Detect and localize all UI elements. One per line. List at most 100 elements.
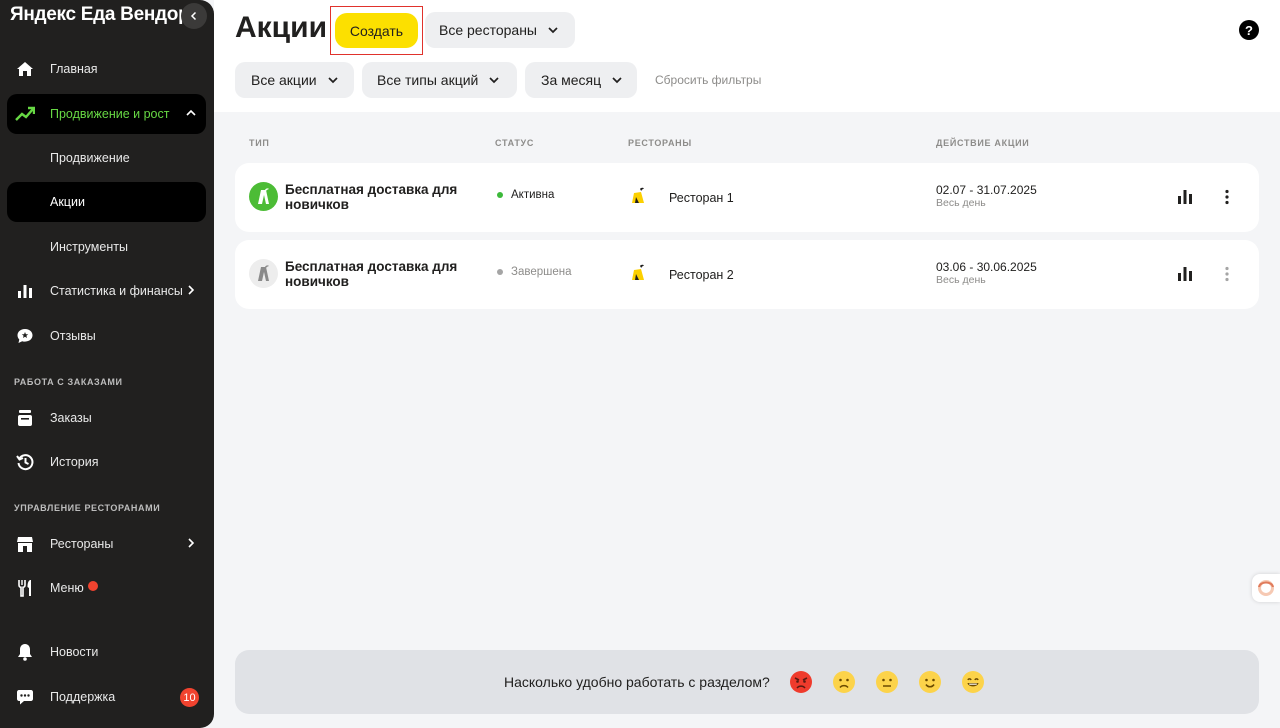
- period-filter-label: За месяц: [541, 72, 602, 88]
- sidebar-item-home[interactable]: Главная: [7, 49, 206, 89]
- more-options-button[interactable]: [1220, 187, 1234, 207]
- status-badge: Завершена: [497, 266, 571, 278]
- table-row[interactable]: Бесплатная доставка для новичков Заверше…: [235, 240, 1259, 309]
- sidebar-item-news[interactable]: Новости: [7, 632, 206, 672]
- restaurants-filter-dropdown[interactable]: Все рестораны: [425, 12, 575, 48]
- chevron-down-icon: [327, 74, 339, 86]
- column-header-restaurants: РЕСТОРАНЫ: [628, 138, 692, 148]
- sidebar-item-label: Заказы: [50, 411, 92, 425]
- support-count-badge: 10: [180, 688, 199, 707]
- column-header-period: ДЕЙСТВИЕ АКЦИИ: [936, 138, 1030, 148]
- status-label: Завершена: [511, 266, 572, 278]
- table-row[interactable]: Бесплатная доставка для новичков Активна…: [235, 163, 1259, 232]
- feedback-question: Насколько удобно работать с разделом?: [504, 674, 770, 690]
- column-header-type: ТИП: [249, 138, 270, 148]
- brand-logo[interactable]: Яндекс Еда Вендор: [10, 4, 190, 26]
- sidebar-item-label: Инструменты: [50, 240, 128, 254]
- chevron-down-icon: [488, 74, 500, 86]
- types-filter-dropdown[interactable]: Все типы акций: [362, 62, 517, 98]
- order-bag-icon: [15, 408, 35, 428]
- sidebar: Яндекс Еда Вендор Главная Продвижение и …: [0, 0, 214, 728]
- help-icon[interactable]: ?: [1239, 20, 1259, 40]
- types-filter-label: Все типы акций: [377, 72, 479, 88]
- grin-face-icon[interactable]: [961, 670, 985, 694]
- chevron-down-icon: [547, 24, 559, 36]
- status-label: Активна: [511, 189, 555, 201]
- stats-icon[interactable]: [1176, 189, 1194, 205]
- sidebar-item-orders[interactable]: Заказы: [7, 398, 206, 438]
- status-badge: Активна: [497, 189, 554, 201]
- sidebar-item-history[interactable]: История: [7, 442, 206, 482]
- create-button[interactable]: Создать: [335, 13, 418, 48]
- bell-icon: [15, 642, 35, 662]
- sidebar-item-stats-finance[interactable]: Статистика и финансы: [7, 271, 206, 311]
- promo-type-name: Бесплатная доставка для новичков: [285, 182, 458, 212]
- angry-face-icon[interactable]: [789, 670, 813, 694]
- status-dot: [497, 269, 503, 275]
- free-delivery-icon: [249, 182, 278, 211]
- chat-bubble-icon: [15, 687, 35, 707]
- review-bubble-icon: [15, 326, 35, 346]
- smile-face-icon[interactable]: [918, 670, 942, 694]
- actions-filter-dropdown[interactable]: Все акции: [235, 62, 354, 98]
- sidebar-item-label: Главная: [50, 62, 98, 76]
- reset-filters-link[interactable]: Сбросить фильтры: [655, 73, 761, 87]
- kebab-menu-icon: [1225, 189, 1229, 205]
- sidebar-item-menu[interactable]: Меню: [7, 568, 206, 608]
- sidebar-item-promotion-growth[interactable]: Продвижение и рост: [7, 94, 206, 134]
- sidebar-item-label: Поддержка: [50, 690, 116, 704]
- chevron-right-icon: [188, 538, 195, 548]
- sidebar-item-label: История: [50, 455, 99, 469]
- sidebar-item-reviews[interactable]: Отзывы: [7, 316, 206, 356]
- collapse-sidebar-button[interactable]: [181, 3, 207, 29]
- restaurant-name: Ресторан 1: [669, 191, 734, 205]
- store-icon: [15, 534, 35, 554]
- restaurant-name: Ресторан 2: [669, 268, 734, 282]
- sidebar-item-label: Продвижение и рост: [50, 107, 170, 121]
- fork-knife-icon: [15, 578, 35, 598]
- chevron-up-icon: [186, 109, 196, 116]
- chevron-right-icon: [188, 285, 195, 295]
- chevron-left-icon: [190, 11, 197, 21]
- page-title: Акции: [235, 11, 328, 44]
- chevron-down-icon: [611, 74, 623, 86]
- history-icon: [15, 452, 35, 472]
- status-dot: [497, 192, 503, 198]
- sidebar-item-promotion[interactable]: Продвижение: [7, 138, 206, 178]
- promo-time: Весь день: [936, 274, 986, 286]
- promo-dates: 02.07 - 31.07.2025: [936, 183, 1037, 197]
- more-options-button[interactable]: [1220, 264, 1234, 284]
- promo-time: Весь день: [936, 197, 986, 209]
- restaurants-filter-label: Все рестораны: [439, 22, 537, 38]
- period-filter-dropdown[interactable]: За месяц: [525, 62, 637, 98]
- sidebar-item-label: Рестораны: [50, 537, 114, 551]
- restaurant-logo-icon: [632, 264, 644, 280]
- actions-filter-label: Все акции: [251, 72, 317, 88]
- bar-chart-icon: [15, 281, 35, 301]
- neutral-face-icon[interactable]: [875, 670, 899, 694]
- sad-face-icon[interactable]: [832, 670, 856, 694]
- notification-dot: [88, 581, 98, 591]
- sidebar-item-support[interactable]: Поддержка: [7, 677, 206, 717]
- section-label-orders: РАБОТА С ЗАКАЗАМИ: [14, 377, 123, 387]
- home-icon: [15, 59, 35, 79]
- sidebar-item-label: Продвижение: [50, 151, 130, 165]
- free-delivery-icon: [249, 259, 278, 288]
- section-label-restaurants: УПРАВЛЕНИЕ РЕСТОРАНАМИ: [14, 503, 161, 513]
- assistant-widget[interactable]: [1252, 574, 1280, 602]
- column-header-status: СТАТУС: [495, 138, 535, 148]
- sidebar-item-label: Статистика и финансы: [50, 284, 183, 298]
- sidebar-item-restaurants[interactable]: Рестораны: [7, 524, 206, 564]
- sidebar-item-label: Меню: [50, 581, 84, 595]
- trend-up-icon: [15, 104, 35, 124]
- sidebar-item-tools[interactable]: Инструменты: [7, 227, 206, 267]
- assistant-avatar-icon: [1258, 580, 1274, 596]
- stats-icon[interactable]: [1176, 266, 1194, 282]
- feedback-panel: Насколько удобно работать с разделом?: [235, 650, 1259, 714]
- restaurant-logo-icon: [632, 187, 644, 203]
- sidebar-item-label: Новости: [50, 645, 99, 659]
- kebab-menu-icon: [1225, 266, 1229, 282]
- sidebar-item-actions[interactable]: Акции: [7, 182, 206, 222]
- promo-dates: 03.06 - 30.06.2025: [936, 260, 1037, 274]
- sidebar-item-label: Отзывы: [50, 329, 96, 343]
